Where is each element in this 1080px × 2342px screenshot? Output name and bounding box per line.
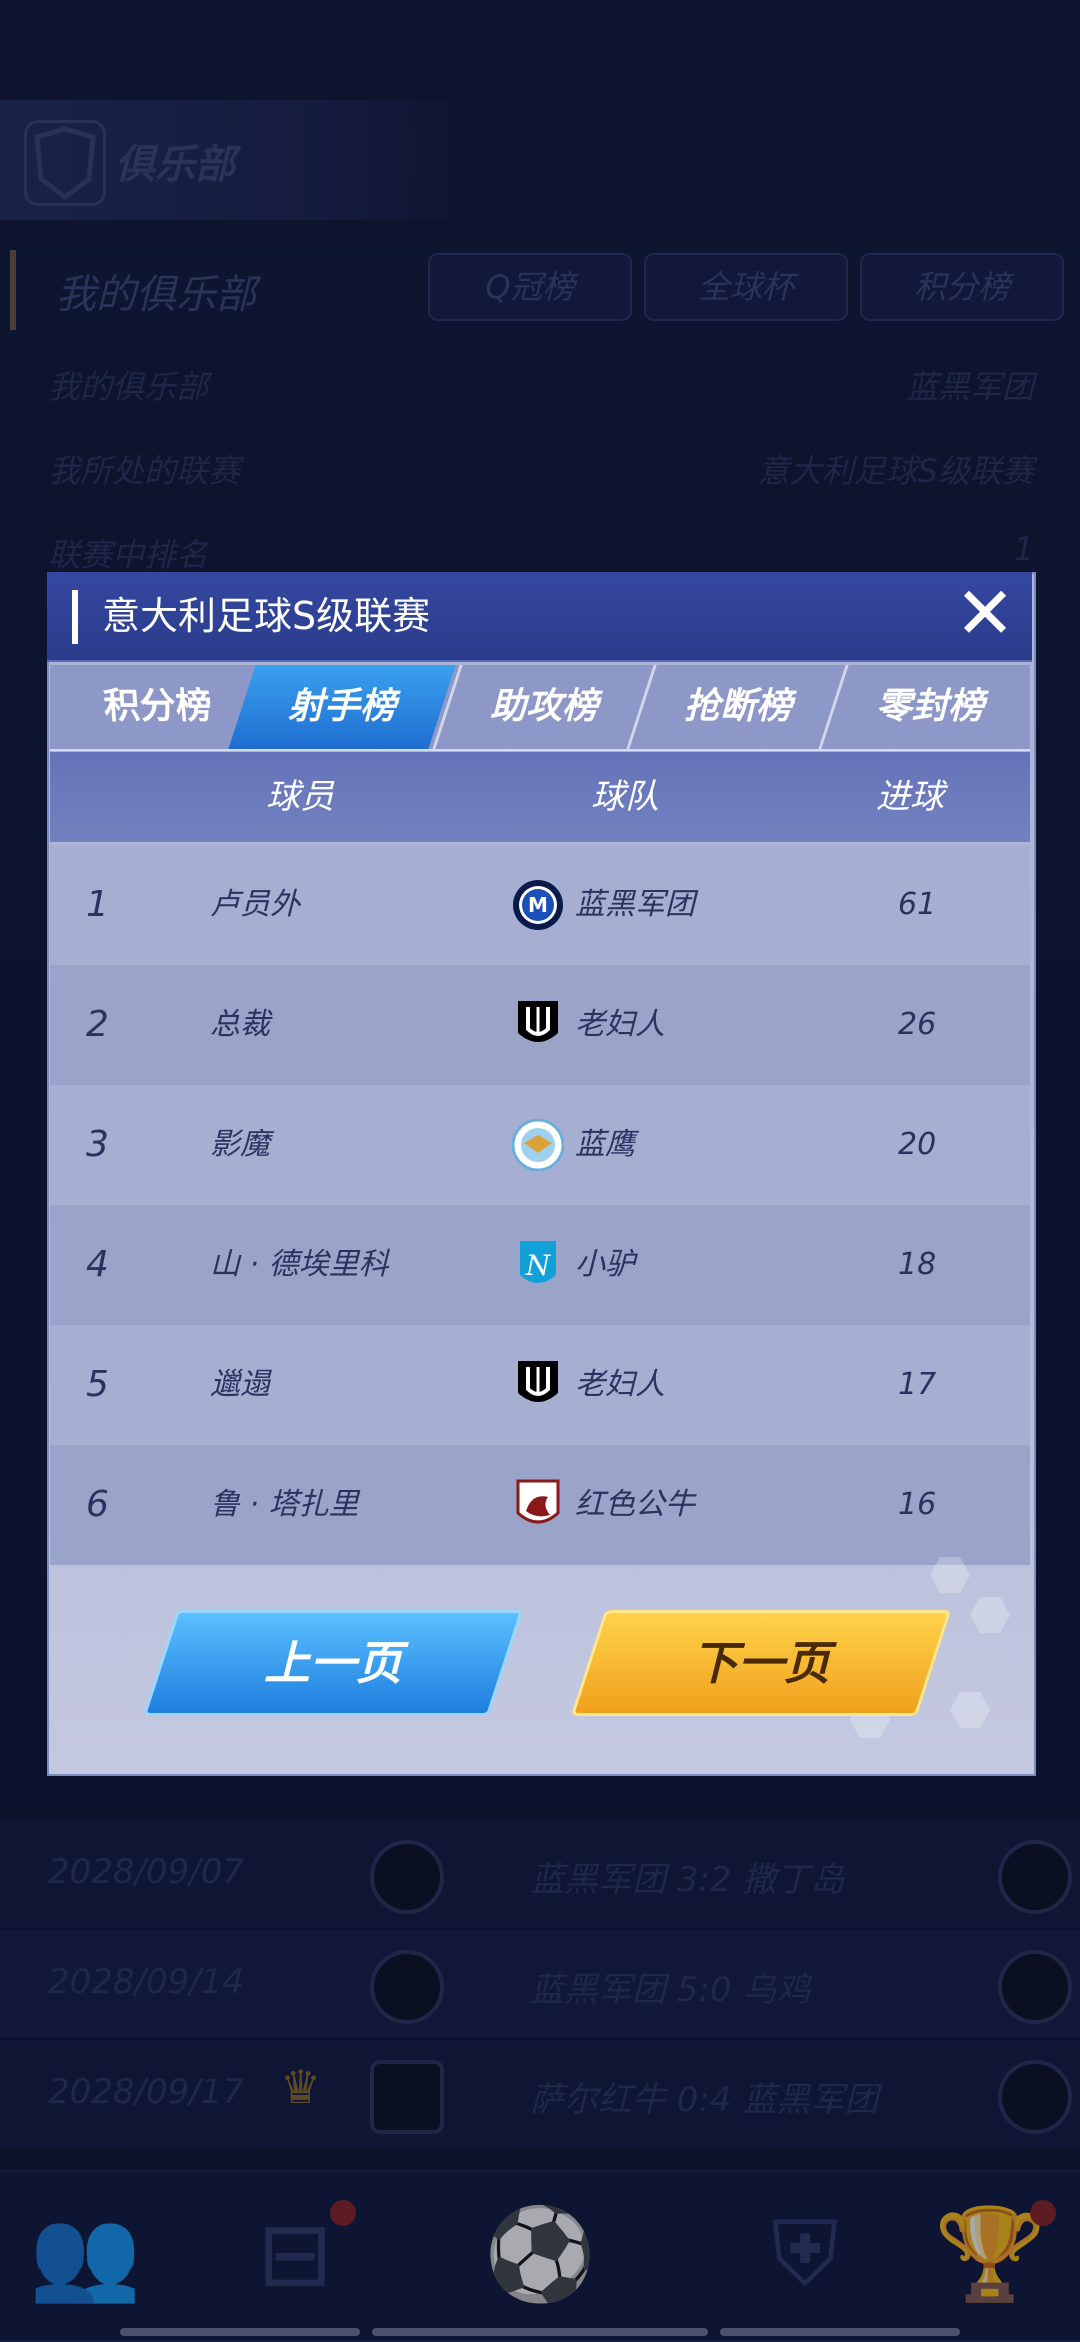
napoli-logo-icon: N	[512, 1239, 564, 1291]
svg-text:N: N	[525, 1249, 552, 1282]
inter-logo-icon: M	[512, 879, 564, 931]
svg-text:M: M	[528, 893, 548, 917]
home-indicator	[120, 2328, 360, 2336]
row-player: 鲁 · 塔扎里	[210, 1487, 359, 1522]
header-team: 球队	[591, 777, 659, 817]
tab-assists[interactable]: 助攻榜	[432, 665, 653, 749]
header-goals: 进球	[876, 777, 944, 817]
row-rank: 2	[86, 1004, 109, 1045]
row-goals: 61	[898, 887, 937, 922]
row-goals: 18	[898, 1247, 937, 1282]
tab-steals[interactable]: 抢断榜	[626, 665, 847, 749]
row-goals: 20	[898, 1127, 937, 1162]
row-goals: 17	[898, 1367, 937, 1402]
tab-points[interactable]: 积分榜	[60, 665, 250, 749]
home-indicator	[720, 2328, 960, 2336]
row-team: 老妇人	[575, 1007, 665, 1042]
row-goals: 16	[898, 1487, 937, 1522]
row-player: 影魔	[210, 1127, 270, 1162]
prev-page-button[interactable]: 上一页	[142, 1610, 524, 1716]
modal-title: 意大利足球S级联赛	[102, 594, 431, 638]
tab-clean-sheets[interactable]: 零封榜	[818, 665, 1039, 749]
row-goals: 26	[898, 1007, 937, 1042]
row-team: 小驴	[575, 1247, 635, 1282]
row-team: 蓝黑军团	[575, 887, 695, 922]
row-rank: 6	[86, 1484, 109, 1525]
row-player: 邋遢	[210, 1367, 270, 1402]
row-rank: 3	[86, 1124, 109, 1165]
row-player: 卢员外	[210, 887, 300, 922]
lazio-logo-icon	[511, 1118, 565, 1172]
close-icon[interactable]: ✕	[950, 577, 1020, 649]
torino-logo-icon	[512, 1479, 564, 1531]
juventus-logo-icon	[512, 1359, 564, 1411]
row-team: 老妇人	[575, 1367, 665, 1402]
row-rank: 5	[86, 1364, 109, 1405]
modal-title-accent	[72, 590, 78, 644]
home-indicator	[372, 2328, 708, 2336]
row-rank: 1	[86, 884, 109, 925]
row-rank: 4	[86, 1244, 109, 1285]
next-page-button[interactable]: 下一页	[570, 1610, 952, 1716]
header-player: 球员	[266, 777, 334, 817]
juventus-logo-icon	[512, 999, 564, 1051]
row-team: 红色公牛	[575, 1487, 695, 1522]
row-player: 山 · 德埃里科	[210, 1247, 389, 1282]
row-team: 蓝鹰	[575, 1127, 635, 1162]
tab-top-scorers[interactable]: 射手榜	[228, 665, 456, 749]
row-player: 总裁	[210, 1007, 270, 1042]
